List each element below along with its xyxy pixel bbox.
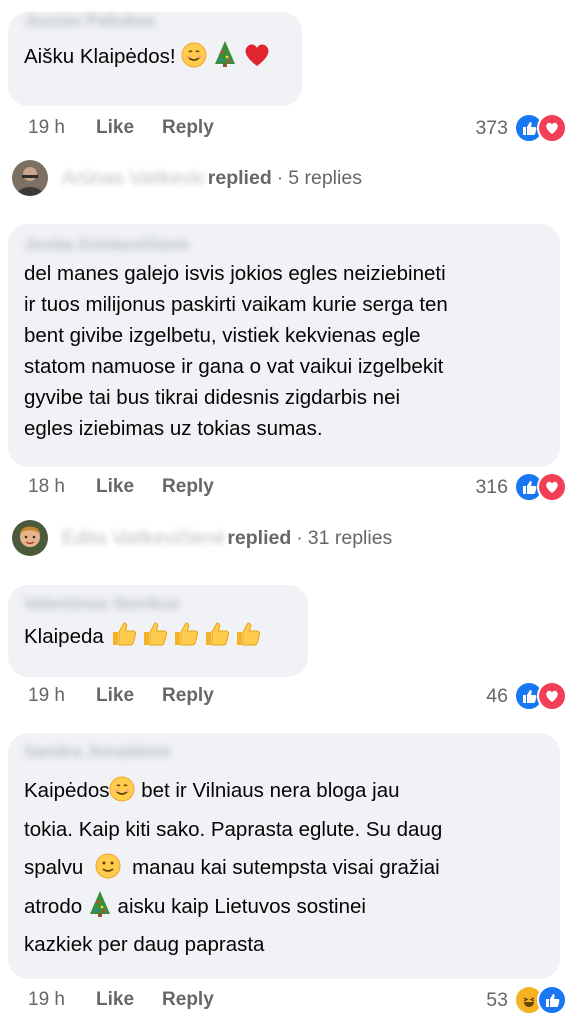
comment-meta: 19 h Like Reply 53	[28, 985, 567, 1015]
separator-dot: ·	[276, 166, 284, 189]
comment-timestamp[interactable]: 19 h	[28, 989, 96, 1011]
comment-bubble: Valentinas Stonkus Klaipeda	[8, 585, 308, 677]
reply-button[interactable]: Reply	[162, 685, 214, 707]
thumbs-up-icon	[205, 622, 229, 646]
love-icon[interactable]	[537, 472, 567, 502]
comment-timestamp[interactable]: 18 h	[28, 476, 96, 498]
comment-meta: 19 h Like Reply 46	[28, 681, 567, 711]
thumbs-up-icon	[112, 622, 136, 646]
slightly-smiling-face-icon	[95, 853, 121, 879]
reply-author: Arūnas Vaitkevic	[62, 166, 206, 189]
comment-text: Aišku Klaipėdos!	[24, 40, 286, 72]
comment-author[interactable]: Jovita Grinkevičienė	[24, 232, 544, 258]
reply-count[interactable]: 5 replies	[288, 167, 362, 190]
comment-author[interactable]: Sandra Jonaitienė	[24, 739, 544, 765]
like-icon[interactable]	[537, 985, 567, 1015]
comment-bubble: Juozas Paliukas Aišku Klaipėdos!	[8, 11, 302, 106]
christmas-tree-icon	[89, 890, 110, 917]
comment-timestamp[interactable]: 19 h	[28, 685, 96, 707]
reaction-count[interactable]: 316	[475, 476, 508, 499]
love-icon[interactable]	[537, 681, 567, 711]
comment-bubble: Jovita Grinkevičienė del manes galejo is…	[8, 224, 560, 467]
comment-meta: 19 h Like Reply 373	[28, 113, 567, 143]
reply-count[interactable]: 31 replies	[308, 527, 393, 550]
reaction-count[interactable]: 46	[486, 685, 508, 708]
comment-text: del manes galejo isvis jokios egles neiz…	[24, 262, 448, 440]
comment-meta: 18 h Like Reply 316	[28, 472, 567, 502]
reaction-count[interactable]: 373	[475, 117, 508, 140]
thumbs-up-icon	[236, 622, 260, 646]
reply-button[interactable]: Reply	[162, 117, 214, 139]
comment-text: Klaipeda	[24, 620, 292, 652]
reaction-count[interactable]: 53	[486, 989, 508, 1012]
christmas-tree-icon	[214, 41, 235, 67]
thumbs-up-icon	[174, 622, 198, 646]
reply-button[interactable]: Reply	[162, 476, 214, 498]
thumbs-up-icon	[143, 622, 167, 646]
like-button[interactable]: Like	[96, 476, 134, 498]
smiling-face-icon	[109, 776, 135, 802]
like-button[interactable]: Like	[96, 989, 134, 1011]
love-icon[interactable]	[537, 113, 567, 143]
replied-label: replied	[227, 526, 292, 549]
comment-author[interactable]: Valentinas Stonkus	[24, 591, 292, 617]
comment-text: Kaipėdos bet ir Vilniaus nera bloga jau …	[24, 772, 544, 965]
replied-label: replied	[207, 166, 272, 189]
separator-dot: ·	[296, 526, 303, 549]
reply-author: Edita Vaitkevičienė	[62, 526, 226, 549]
like-button[interactable]: Like	[96, 117, 134, 139]
smiling-face-icon	[181, 42, 207, 68]
like-button[interactable]: Like	[96, 685, 134, 707]
comment-author[interactable]: Juozas Paliukas	[24, 8, 286, 34]
reply-button[interactable]: Reply	[162, 989, 214, 1011]
avatar	[12, 160, 48, 196]
avatar	[12, 520, 48, 556]
view-replies[interactable]: Edita Vaitkevičienė replied · 31 replies	[12, 518, 392, 558]
red-heart-icon	[245, 44, 269, 66]
comment-timestamp[interactable]: 19 h	[28, 117, 96, 139]
comment-bubble: Sandra Jonaitienė Kaipėdos bet ir Vilnia…	[8, 733, 560, 979]
view-replies[interactable]: Arūnas Vaitkevic replied · 5 replies	[12, 158, 362, 198]
